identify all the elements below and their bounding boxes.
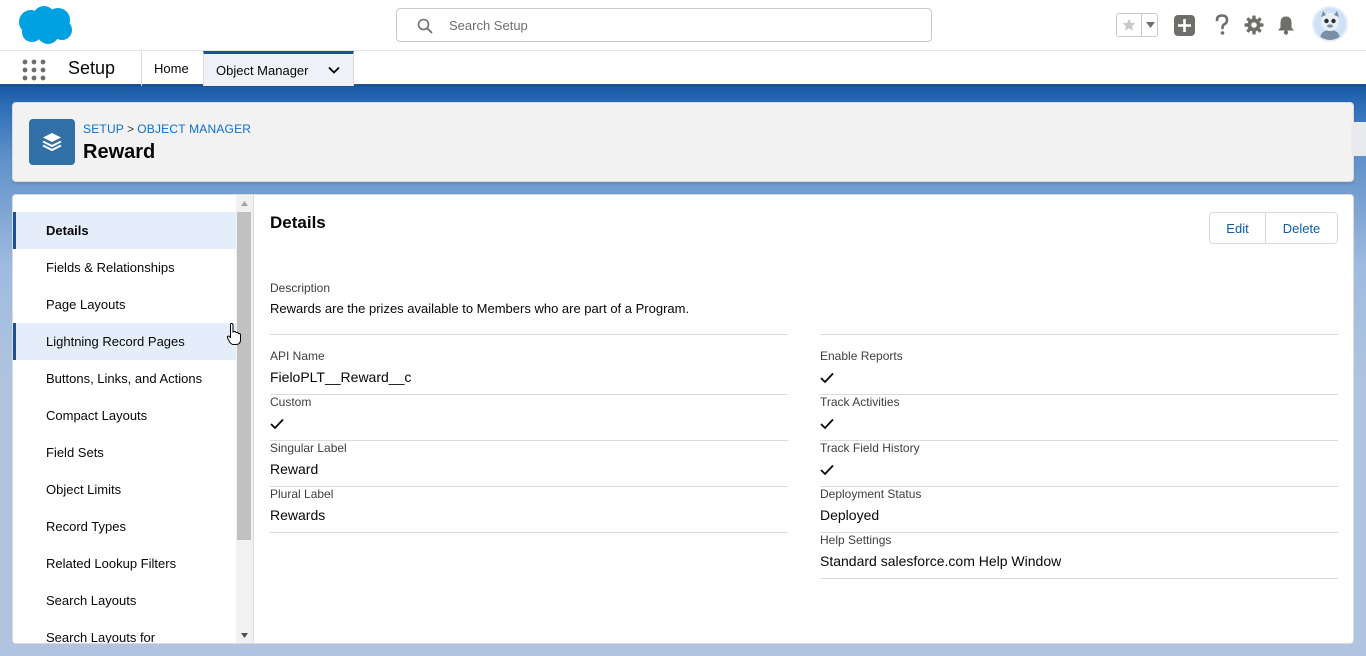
search-icon xyxy=(417,18,433,34)
field-label: API Name xyxy=(270,349,325,363)
field-value: Rewards xyxy=(270,507,326,523)
sidebar-item-buttons-links-actions[interactable]: Buttons, Links, and Actions xyxy=(13,360,236,397)
sidebar-item-label: Lightning Record Pages xyxy=(46,334,185,349)
main-card: Details Fields & Relationships Page Layo… xyxy=(12,194,1354,644)
details-panel: Details Edit Delete Description Rewards … xyxy=(253,195,1353,643)
field-plural-label: Plural Label Rewards xyxy=(270,487,788,533)
sidebar-item-fields-relationships[interactable]: Fields & Relationships xyxy=(13,249,236,286)
field-value: Standard salesforce.com Help Window xyxy=(820,553,1062,569)
breadcrumb-setup-link[interactable]: SETUP xyxy=(83,122,124,136)
left-column-divider xyxy=(270,334,788,335)
sidebar-scrollbar[interactable] xyxy=(236,195,253,643)
object-layers-icon xyxy=(29,119,75,165)
field-value: Deployed xyxy=(820,507,880,523)
checkmark-icon xyxy=(270,418,284,430)
field-custom: Custom xyxy=(270,395,788,441)
sidebar-item-compact-layouts[interactable]: Compact Layouts xyxy=(13,397,236,434)
user-avatar[interactable] xyxy=(1312,6,1348,42)
field-api-name: API Name FieloPLT__Reward__c xyxy=(270,349,788,395)
sidebar-item-label: Object Limits xyxy=(46,482,122,497)
favorites-dropdown-caret-icon[interactable] xyxy=(1141,14,1158,36)
salesforce-logo-icon[interactable] xyxy=(16,5,74,45)
global-header xyxy=(0,0,1366,50)
sidebar-item-related-lookup-filters[interactable]: Related Lookup Filters xyxy=(13,545,236,582)
field-enable-reports: Enable Reports xyxy=(820,349,1338,395)
details-button-group: Edit Delete xyxy=(1209,212,1338,244)
app-launcher-waffle-icon[interactable] xyxy=(22,59,46,81)
tab-home[interactable]: Home xyxy=(141,51,203,86)
hand-cursor-icon xyxy=(226,322,241,345)
sidebar-item-label: Search Layouts xyxy=(46,593,137,608)
description-value: Rewards are the prizes available to Memb… xyxy=(270,301,690,316)
object-sidebar-nav: Details Fields & Relationships Page Layo… xyxy=(13,195,253,644)
scrollbar-thumb[interactable] xyxy=(237,212,251,540)
breadcrumb-object-manager-link[interactable]: OBJECT MANAGER xyxy=(137,122,251,136)
sidebar-item-label: Record Types xyxy=(46,519,126,534)
field-label: Singular Label xyxy=(270,441,347,455)
sidebar-item-search-layouts[interactable]: Search Layouts xyxy=(13,582,236,619)
sidebar-item-label: Details xyxy=(46,223,89,238)
page-header: SETUP > OBJECT MANAGER Reward xyxy=(12,102,1354,182)
favorite-star-icon[interactable] xyxy=(1117,14,1141,36)
sidebar-item-search-layouts-for[interactable]: Search Layouts for xyxy=(13,619,236,644)
sidebar-item-label: Field Sets xyxy=(46,445,104,460)
field-label: Enable Reports xyxy=(820,349,903,363)
sidebar-item-label: Compact Layouts xyxy=(46,408,148,423)
sidebar-item-page-layouts[interactable]: Page Layouts xyxy=(13,286,236,323)
field-singular-label: Singular Label Reward xyxy=(270,441,788,487)
sidebar-item-details[interactable]: Details xyxy=(13,212,236,249)
edit-button[interactable]: Edit xyxy=(1210,213,1266,243)
page-title: Reward xyxy=(83,141,156,163)
field-value: Reward xyxy=(270,461,319,477)
sidebar-item-label: Buttons, Links, and Actions xyxy=(46,371,203,386)
notifications-bell-icon[interactable] xyxy=(1275,14,1297,36)
sidebar-item-record-types[interactable]: Record Types xyxy=(13,508,236,545)
global-search[interactable] xyxy=(396,8,932,42)
context-bar: Setup Home Object Manager xyxy=(0,50,1366,87)
checkmark-icon xyxy=(820,464,834,476)
field-deployment-status: Deployment Status Deployed xyxy=(820,487,1338,533)
details-section-title: Details xyxy=(270,213,326,232)
tab-object-manager[interactable]: Object Manager xyxy=(203,51,354,86)
tab-object-manager-label: Object Manager xyxy=(216,62,309,78)
global-actions-plus-icon[interactable] xyxy=(1173,14,1195,36)
right-column-divider xyxy=(820,334,1338,335)
field-label: Track Activities xyxy=(820,395,900,409)
sidebar-item-lightning-record-pages[interactable]: Lightning Record Pages xyxy=(13,323,236,360)
sidebar-item-label: Related Lookup Filters xyxy=(46,556,177,571)
setup-gear-icon[interactable] xyxy=(1243,14,1265,36)
sidebar-item-label: Page Layouts xyxy=(46,297,126,312)
breadcrumb: SETUP > OBJECT MANAGER xyxy=(83,122,251,136)
sidebar-item-label: Fields & Relationships xyxy=(46,260,175,275)
checkmark-icon xyxy=(820,372,834,384)
field-help-settings: Help Settings Standard salesforce.com He… xyxy=(820,533,1338,579)
field-track-activities: Track Activities xyxy=(820,395,1338,441)
breadcrumb-separator: > xyxy=(127,122,135,136)
side-panel-toggle[interactable] xyxy=(1351,122,1366,156)
app-name: Setup xyxy=(68,58,116,78)
scroll-up-arrow-icon[interactable] xyxy=(240,199,249,208)
search-input[interactable] xyxy=(449,9,919,41)
sidebar-item-object-limits[interactable]: Object Limits xyxy=(13,471,236,508)
sidebar-item-label: Search Layouts for xyxy=(46,630,156,644)
field-label: Help Settings xyxy=(820,533,892,547)
sidebar-item-field-sets[interactable]: Field Sets xyxy=(13,434,236,471)
tab-home-label: Home xyxy=(154,61,189,76)
field-label: Deployment Status xyxy=(820,487,922,501)
scroll-down-arrow-icon[interactable] xyxy=(240,631,249,640)
help-question-icon[interactable] xyxy=(1211,14,1233,36)
description-label: Description xyxy=(270,281,331,295)
field-track-field-history: Track Field History xyxy=(820,441,1338,487)
checkmark-icon xyxy=(820,418,834,430)
field-label: Plural Label xyxy=(270,487,334,501)
field-label: Track Field History xyxy=(820,441,920,455)
delete-button[interactable]: Delete xyxy=(1266,213,1337,243)
chevron-down-icon[interactable] xyxy=(327,63,341,77)
field-label: Custom xyxy=(270,395,312,409)
field-value: FieloPLT__Reward__c xyxy=(270,369,412,385)
favorites-button-group xyxy=(1116,13,1158,37)
